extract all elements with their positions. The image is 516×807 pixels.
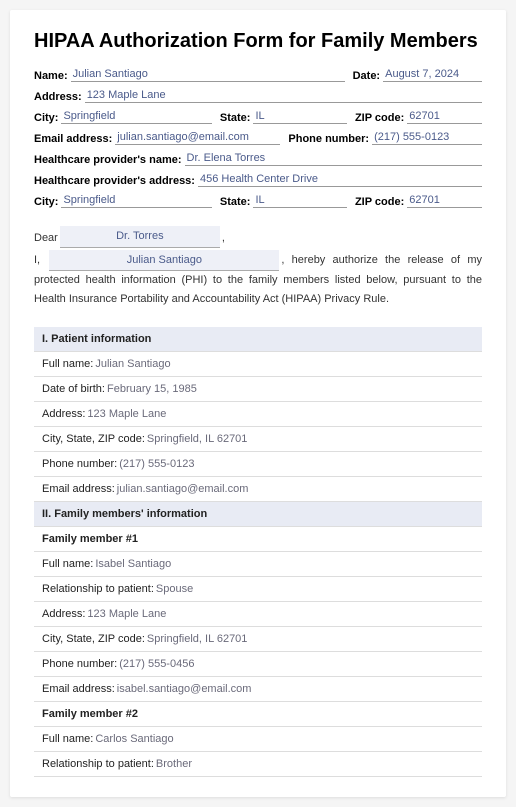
- input-provider-address[interactable]: 456 Health Center Drive: [198, 172, 482, 187]
- row-m1-header: Family member #1: [34, 527, 482, 552]
- label-m1-rel: Relationship to patient:: [42, 583, 154, 595]
- letter-recipient[interactable]: Dr. Torres: [60, 226, 220, 248]
- input-phone[interactable]: (217) 555-0123: [372, 130, 482, 145]
- value-s1-dob[interactable]: February 15, 1985: [107, 383, 197, 395]
- input-email[interactable]: julian.santiago@email.com: [115, 130, 280, 145]
- label-provider-address: Healthcare provider's address:: [34, 175, 195, 187]
- label-m1-csz: City, State, ZIP code:: [42, 633, 145, 645]
- row-m2-fullname: Full name:Carlos Santiago: [34, 727, 482, 752]
- value-m1-fullname[interactable]: Isabel Santiago: [95, 558, 171, 570]
- row-s1-email: Email address:julian.santiago@email.com: [34, 477, 482, 502]
- value-m1-email[interactable]: isabel.santiago@email.com: [117, 683, 252, 695]
- row-city-state-zip: City: Springfield State: IL ZIP code: 62…: [34, 109, 482, 124]
- input-address[interactable]: 123 Maple Lane: [85, 88, 482, 103]
- page-title: HIPAA Authorization Form for Family Memb…: [34, 30, 482, 53]
- input-provider-zip[interactable]: 62701: [407, 193, 482, 208]
- input-provider-name[interactable]: Dr. Elena Torres: [185, 151, 482, 166]
- label-date: Date:: [353, 70, 381, 82]
- label-email: Email address:: [34, 133, 112, 145]
- label-state: State:: [220, 112, 251, 124]
- row-m1-csz: City, State, ZIP code:Springfield, IL 62…: [34, 627, 482, 652]
- m2-title: Family member #2: [42, 708, 138, 720]
- row-m1-rel: Relationship to patient:Spouse: [34, 577, 482, 602]
- row-provider-city-state-zip: City: Springfield State: IL ZIP code: 62…: [34, 193, 482, 208]
- input-provider-state[interactable]: IL: [253, 193, 347, 208]
- input-name[interactable]: Julian Santiago: [71, 67, 345, 82]
- row-m2-rel: Relationship to patient:Brother: [34, 752, 482, 777]
- row-m1-email: Email address:isabel.santiago@email.com: [34, 677, 482, 702]
- label-name: Name:: [34, 70, 68, 82]
- letter-dear: Dear: [34, 229, 58, 248]
- row-s1-phone: Phone number:(217) 555-0123: [34, 452, 482, 477]
- row-provider-address: Healthcare provider's address: 456 Healt…: [34, 172, 482, 187]
- info-table: I. Patient information Full name:Julian …: [34, 327, 482, 777]
- letter-name[interactable]: Julian Santiago: [49, 250, 279, 272]
- value-m2-rel[interactable]: Brother: [156, 758, 192, 770]
- label-s1-phone: Phone number:: [42, 458, 117, 470]
- label-provider-state: State:: [220, 196, 251, 208]
- value-m1-rel[interactable]: Spouse: [156, 583, 193, 595]
- label-s1-fullname: Full name:: [42, 358, 93, 370]
- section-2-header: II. Family members' information: [34, 502, 482, 527]
- label-provider-city: City:: [34, 196, 58, 208]
- row-m2-header: Family member #2: [34, 702, 482, 727]
- label-m2-fullname: Full name:: [42, 733, 93, 745]
- row-provider-name: Healthcare provider's name: Dr. Elena To…: [34, 151, 482, 166]
- value-s1-csz[interactable]: Springfield, IL 62701: [147, 433, 248, 445]
- value-m1-address[interactable]: 123 Maple Lane: [87, 608, 166, 620]
- label-phone: Phone number:: [288, 133, 369, 145]
- label-address: Address:: [34, 91, 82, 103]
- label-m1-fullname: Full name:: [42, 558, 93, 570]
- value-m1-csz[interactable]: Springfield, IL 62701: [147, 633, 248, 645]
- label-s1-dob: Date of birth:: [42, 383, 105, 395]
- value-m2-fullname[interactable]: Carlos Santiago: [95, 733, 173, 745]
- row-s1-address: Address:123 Maple Lane: [34, 402, 482, 427]
- section-2-title: II. Family members' information: [42, 508, 207, 520]
- row-m1-phone: Phone number:(217) 555-0456: [34, 652, 482, 677]
- input-date[interactable]: August 7, 2024: [383, 67, 482, 82]
- label-s1-email: Email address:: [42, 483, 115, 495]
- row-m1-address: Address:123 Maple Lane: [34, 602, 482, 627]
- label-m1-phone: Phone number:: [42, 658, 117, 670]
- label-city: City:: [34, 112, 58, 124]
- label-m1-address: Address:: [42, 608, 85, 620]
- value-s1-email[interactable]: julian.santiago@email.com: [117, 483, 249, 495]
- letter-i: I,: [34, 254, 40, 266]
- label-m1-email: Email address:: [42, 683, 115, 695]
- input-zip[interactable]: 62701: [407, 109, 482, 124]
- label-zip: ZIP code:: [355, 112, 404, 124]
- row-email-phone: Email address: julian.santiago@email.com…: [34, 130, 482, 145]
- value-m1-phone[interactable]: (217) 555-0456: [119, 658, 194, 670]
- label-s1-csz: City, State, ZIP code:: [42, 433, 145, 445]
- section-1-title: I. Patient information: [42, 333, 151, 345]
- letter-block: Dear Dr. Torres , I, Julian Santiago, he…: [34, 226, 482, 309]
- label-s1-address: Address:: [42, 408, 85, 420]
- row-name-date: Name: Julian Santiago Date: August 7, 20…: [34, 67, 482, 82]
- label-provider-zip: ZIP code:: [355, 196, 404, 208]
- section-1-header: I. Patient information: [34, 327, 482, 352]
- value-s1-phone[interactable]: (217) 555-0123: [119, 458, 194, 470]
- row-m1-fullname: Full name:Isabel Santiago: [34, 552, 482, 577]
- input-state[interactable]: IL: [253, 109, 347, 124]
- input-provider-city[interactable]: Springfield: [61, 193, 211, 208]
- input-city[interactable]: Springfield: [61, 109, 211, 124]
- value-s1-fullname[interactable]: Julian Santiago: [95, 358, 170, 370]
- letter-comma: ,: [222, 229, 225, 248]
- row-address: Address: 123 Maple Lane: [34, 88, 482, 103]
- label-m2-rel: Relationship to patient:: [42, 758, 154, 770]
- form-page: HIPAA Authorization Form for Family Memb…: [10, 10, 506, 797]
- value-s1-address[interactable]: 123 Maple Lane: [87, 408, 166, 420]
- row-s1-fullname: Full name:Julian Santiago: [34, 352, 482, 377]
- label-provider-name: Healthcare provider's name:: [34, 154, 182, 166]
- row-s1-csz: City, State, ZIP code:Springfield, IL 62…: [34, 427, 482, 452]
- m1-title: Family member #1: [42, 533, 138, 545]
- row-s1-dob: Date of birth:February 15, 1985: [34, 377, 482, 402]
